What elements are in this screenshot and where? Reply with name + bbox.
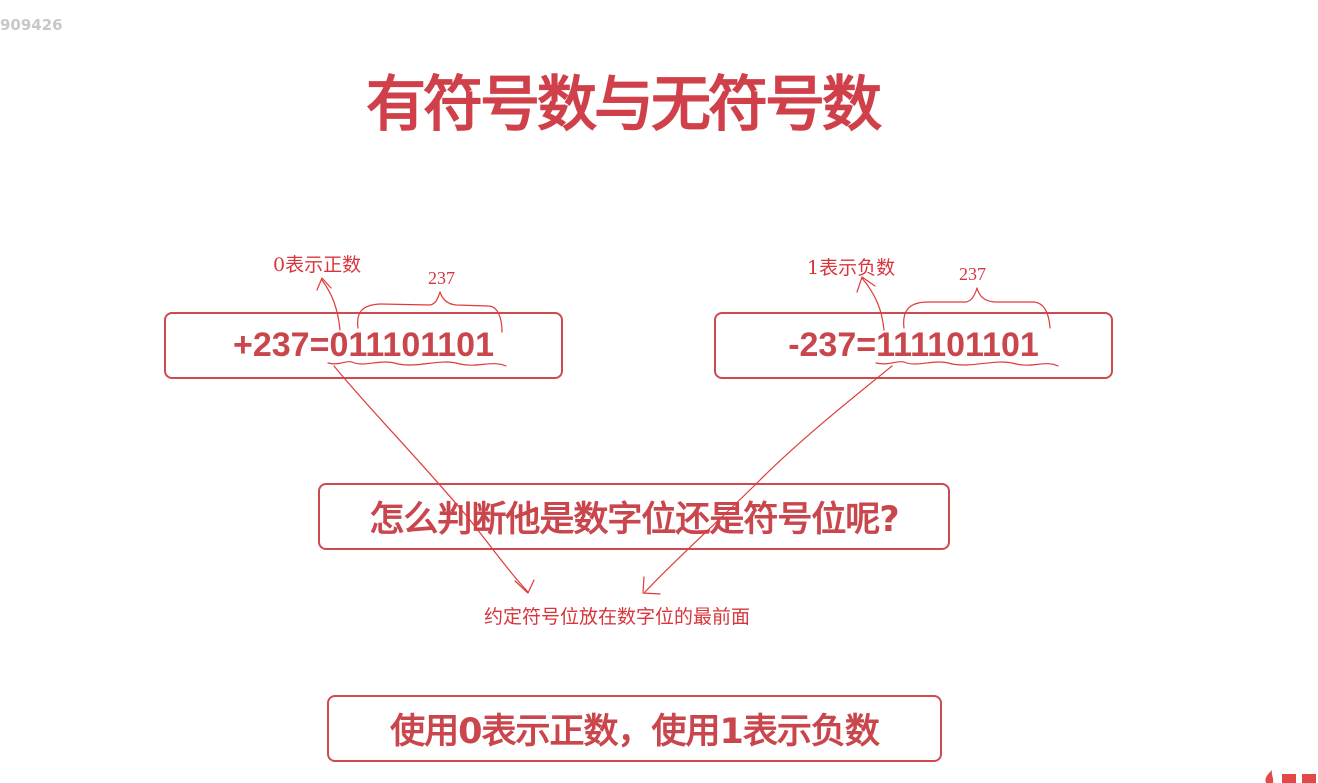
right-long-arrowhead [642, 576, 661, 595]
question-text: 怎么判断他是数字位还是符号位呢? [369, 500, 899, 540]
watermark-id: 909426 [0, 16, 63, 34]
rule-text: 使用0表示正数，使用1表示负数 [390, 712, 880, 752]
annotation-one-negative: 1表示负数 [807, 257, 896, 279]
annotation-magnitude-right: 237 [959, 264, 986, 284]
positive-binary-text: +237=011101101 [233, 326, 494, 364]
left-sign-arrowhead [316, 277, 332, 291]
right-long-arrow [644, 365, 893, 593]
left-long-arrowhead [514, 579, 535, 594]
positive-binary-box: +237=011101101 [164, 312, 563, 379]
negative-binary-box: -237=111101101 [714, 312, 1113, 379]
annotation-zero-positive: 0表示正数 [273, 254, 362, 276]
page-title: 有符号数与无符号数 [366, 70, 882, 140]
question-box: 怎么判断他是数字位还是符号位呢? [318, 483, 950, 550]
slide: 909426 有符号数与无符号数 +237=011101101 -237=111… [0, 0, 1318, 783]
brand-logo-icon [1258, 764, 1318, 783]
annotation-convention: 约定符号位放在数字位的最前面 [484, 606, 751, 628]
left-long-arrow [333, 365, 529, 593]
rule-box: 使用0表示正数，使用1表示负数 [327, 695, 942, 762]
negative-binary-text: -237=111101101 [788, 326, 1039, 364]
annotation-magnitude-left: 237 [428, 268, 455, 288]
